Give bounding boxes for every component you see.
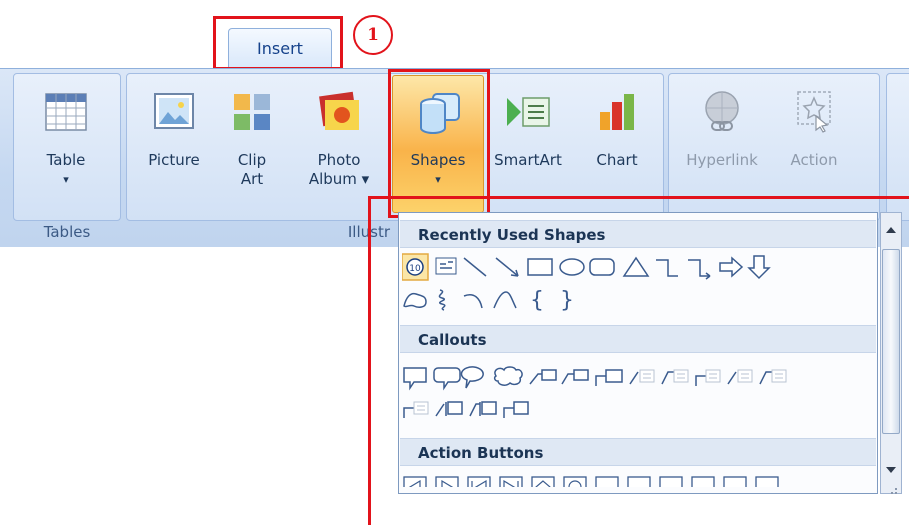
clip-art-label-2: Art	[240, 170, 264, 188]
recent-shapes-row-1-icons: 10	[402, 253, 771, 281]
picture-icon	[154, 93, 194, 129]
line-callout-2-icon[interactable]	[561, 369, 589, 385]
resize-grip-icon[interactable]	[886, 482, 898, 494]
recent-shapes-row-2: { }	[402, 284, 878, 314]
action-return-icon[interactable]	[595, 476, 619, 487]
table-dropdown-arrow: ▾	[63, 173, 69, 186]
freeform-icon[interactable]	[403, 292, 427, 308]
line-callout-8-icon[interactable]	[759, 369, 787, 385]
recent-shapes-row-1: 10	[402, 252, 878, 282]
action-movie-icon[interactable]	[627, 476, 651, 487]
smartart-button-label: SmartArt	[494, 151, 562, 169]
section-callouts: Callouts	[400, 325, 876, 353]
callouts-row-2	[402, 394, 878, 424]
hyperlink-icon	[705, 91, 739, 131]
action-back-icon[interactable]	[403, 476, 427, 487]
rectangular-callout-icon[interactable]	[403, 367, 427, 391]
recent-shapes-row-2-icons: { }	[403, 288, 574, 313]
arrow-icon[interactable]	[495, 257, 519, 277]
callouts-row-1-icons	[403, 366, 787, 391]
line-callout-4-icon[interactable]	[629, 369, 655, 385]
action-buttons-row-icons	[403, 476, 779, 487]
text-box-icon[interactable]	[435, 257, 457, 275]
action-button-label: Action	[790, 151, 838, 169]
line-callout-11-icon[interactable]	[469, 401, 497, 417]
line-icon[interactable]	[463, 257, 487, 277]
line-callout-7-icon[interactable]	[727, 369, 753, 385]
cloud-callout-icon[interactable]	[493, 366, 523, 386]
elbow-arrow-connector-icon[interactable]	[688, 259, 711, 280]
line-callout-3-icon[interactable]	[595, 369, 623, 386]
elbow-connector-icon[interactable]	[656, 259, 678, 277]
action-help-icon[interactable]	[723, 476, 747, 487]
left-brace-icon[interactable]: {	[530, 288, 544, 313]
rounded-rectangle-icon[interactable]	[589, 258, 615, 276]
section-action-buttons: Action Buttons	[400, 438, 876, 466]
photo-album-icon	[319, 91, 359, 130]
triangle-icon[interactable]	[622, 256, 650, 277]
line-callout-9-icon[interactable]	[403, 401, 429, 418]
action-information-icon[interactable]	[563, 476, 587, 487]
rounded-callout-icon[interactable]	[433, 367, 461, 391]
action-buttons-row	[402, 471, 878, 487]
recent-badge-text: 10	[409, 264, 421, 274]
step-badge: 1	[353, 15, 393, 55]
table-button-label: Table	[46, 151, 86, 169]
rectangle-icon[interactable]	[527, 258, 553, 276]
right-arrow-icon[interactable]	[719, 256, 744, 278]
oval-icon[interactable]	[559, 258, 585, 276]
action-document-icon[interactable]	[659, 476, 683, 487]
scroll-up-icon[interactable]	[884, 222, 898, 236]
action-icon	[797, 91, 831, 133]
line-callout-5-icon[interactable]	[661, 369, 689, 385]
clip-art-label-1: Clip	[237, 151, 267, 169]
arc-icon[interactable]	[463, 294, 483, 309]
smartart-icon	[507, 97, 550, 127]
clip-art-button[interactable]: Clip Art	[222, 88, 282, 189]
scroll-down-icon[interactable]	[884, 462, 898, 476]
photo-album-label-2: Album ▾	[308, 170, 370, 188]
chart-button-label: Chart	[596, 151, 638, 169]
smartart-button[interactable]: SmartArt	[486, 88, 570, 170]
picture-button[interactable]: Picture	[136, 88, 212, 170]
line-callout-12-icon[interactable]	[503, 401, 529, 418]
action-button[interactable]: Action	[774, 88, 854, 170]
clip-art-icon	[234, 94, 270, 130]
photo-album-button[interactable]: Photo Album ▾	[296, 88, 382, 189]
oval-callout-icon[interactable]	[460, 366, 484, 389]
group-label-tables: Tables	[43, 223, 91, 241]
chart-icon	[600, 94, 634, 130]
callouts-row-2-icons	[403, 401, 529, 418]
line-callout-1-icon[interactable]	[529, 369, 557, 385]
table-icon	[45, 93, 87, 131]
curve-icon[interactable]	[493, 291, 517, 309]
section-recently-used: Recently Used Shapes	[400, 220, 876, 248]
scrollbar-thumb[interactable]	[882, 249, 900, 434]
chart-button[interactable]: Chart	[582, 88, 652, 170]
action-custom-icon[interactable]	[755, 476, 779, 487]
hyperlink-button[interactable]: Hyperlink	[674, 88, 770, 170]
photo-album-label-1: Photo	[317, 151, 361, 169]
line-callout-10-icon[interactable]	[435, 401, 463, 417]
hyperlink-button-label: Hyperlink	[686, 151, 758, 169]
table-button[interactable]: Table ▾	[30, 88, 102, 189]
line-callout-6-icon[interactable]	[695, 369, 721, 386]
picture-button-label: Picture	[148, 151, 200, 169]
action-sound-icon[interactable]	[691, 476, 715, 487]
callouts-row-1	[402, 362, 878, 392]
tab-highlight-box	[213, 16, 343, 70]
right-brace-icon[interactable]: }	[560, 288, 574, 313]
scribble-icon[interactable]	[438, 289, 446, 311]
down-arrow-icon[interactable]	[747, 255, 771, 280]
action-home-icon[interactable]	[531, 476, 555, 487]
action-forward-icon[interactable]	[435, 476, 459, 487]
